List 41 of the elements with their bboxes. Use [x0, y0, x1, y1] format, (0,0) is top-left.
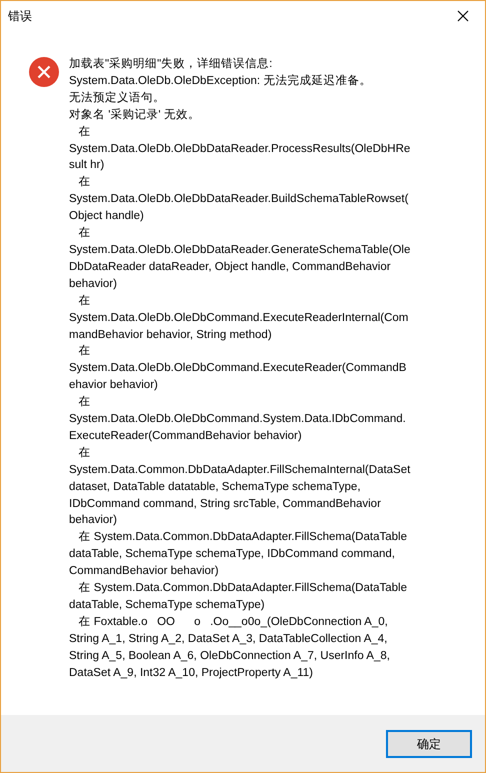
error-message-line: String A_1, String A_2, DataSet A_3, DataTableCollection A_4,	[69, 632, 388, 647]
error-message-line: 无法预定义语句。	[69, 90, 166, 106]
error-message-line: sult hr)	[69, 158, 106, 174]
error-message-line: 在	[78, 344, 92, 360]
error-message-line: System.Data.OleDb.OleDbException: 无法完成延迟准备。	[69, 73, 372, 89]
error-message-line: System.Data.OleDb.OleDbDataReader.ProcessResults(OleDbHRe	[69, 142, 410, 157]
ok-button[interactable]: 确定	[386, 730, 472, 758]
error-message-line: DbDataReader dataReader, Object handle, CommandBehavior	[69, 260, 392, 275]
error-message-line: DataSet A_9, Int32 A_10, ProjectProperty A_11)	[69, 666, 314, 681]
error-message-line: dataTable, SchemaType schemaType)	[69, 598, 266, 613]
error-message-line: System.Data.OleDb.OleDbCommand.ExecuteReaderInternal(Com	[69, 310, 410, 326]
error-message-line: 在 System.Data.Common.DbDataAdapter.FillSchema(DataTable	[78, 580, 408, 596]
error-message-line: 加载表"采购明细"失败，详细错误信息:	[69, 56, 274, 72]
error-message-line: CommandBehavior behavior)	[69, 564, 220, 580]
error-message-line: 在	[78, 294, 92, 309]
error-message-line: 对象名 '采购记录' 无效。	[69, 108, 201, 123]
error-message-line: 在	[78, 174, 92, 190]
error-message-line: System.Data.Common.DbDataAdapter.FillSchemaInternal(DataSet	[69, 462, 410, 478]
error-message-line: dataTable, SchemaType schemaType, IDbCommand command,	[69, 547, 396, 562]
error-message-line: 在	[78, 124, 92, 140]
error-message-line: 在	[78, 226, 92, 242]
error-icon	[29, 57, 59, 87]
window-title: 错误	[8, 8, 32, 25]
error-message-line: System.Data.OleDb.OleDbDataReader.BuildSchemaTableRowset(	[69, 192, 410, 208]
error-message-line: IDbCommand command, String srcTable, CommandBehavior	[69, 496, 382, 512]
error-message-line: System.Data.OleDb.OleDbDataReader.GenerateSchemaTable(Ole	[69, 242, 410, 258]
error-message-line: 在 System.Data.Common.DbDataAdapter.FillSchema(DataTable	[78, 530, 408, 546]
error-message-line: 在 Foxtable.o OO o .Oo__o0o_(OleDbConnection A_0,	[78, 614, 389, 630]
error-message-line: String A_5, Boolean A_6, OleDbConnection A_7, UserInfo A_8,	[69, 648, 391, 664]
error-message-line: dataset, DataTable datatable, SchemaType schemaType,	[69, 480, 362, 495]
error-message-line: System.Data.OleDb.OleDbCommand.ExecuteReader(CommandB	[69, 361, 408, 376]
close-icon	[457, 10, 469, 22]
error-message-line: 在	[78, 394, 92, 410]
error-message-line: 在	[78, 446, 92, 461]
error-message-line: mandBehavior behavior, String method)	[69, 328, 273, 342]
error-message-line: System.Data.OleDb.OleDbCommand.System.Data.IDbCommand.	[69, 412, 407, 428]
error-message-line: ehavior behavior)	[69, 378, 159, 394]
error-message-line: Object handle)	[69, 209, 145, 224]
error-message-line: behavior)	[69, 513, 118, 528]
error-message-line: ExecuteReader(CommandBehavior behavior)	[69, 428, 303, 444]
error-message-line: behavior)	[69, 276, 118, 292]
